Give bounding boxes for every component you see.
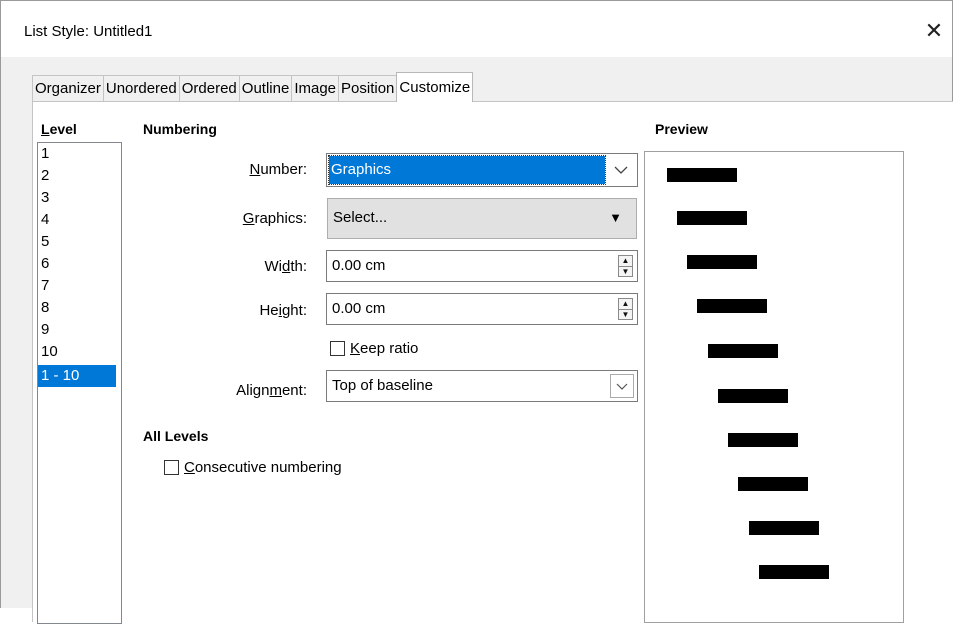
- chevron-down-icon: [614, 166, 628, 174]
- consecutive-numbering-checkbox[interactable]: Consecutive numbering: [164, 459, 342, 476]
- keep-ratio-box[interactable]: [330, 341, 345, 356]
- preview-bar: [759, 565, 829, 579]
- level-list[interactable]: 1 2 3 4 5 6 7 8 9 10 1 - 10: [37, 142, 122, 624]
- level-item-3[interactable]: 3: [38, 187, 121, 209]
- level-item-2[interactable]: 2: [38, 165, 121, 187]
- width-label: Width:: [193, 258, 307, 275]
- graphics-label: Graphics:: [193, 210, 307, 227]
- preview-bar: [687, 255, 757, 269]
- alignment-dropdown-button[interactable]: [610, 374, 634, 398]
- width-field[interactable]: 0.00 cm ▲ ▼: [326, 250, 638, 282]
- spin-down-icon[interactable]: ▼: [619, 310, 632, 320]
- number-dropdown-button[interactable]: [606, 155, 636, 185]
- level-item-8[interactable]: 8: [38, 297, 121, 319]
- preview-bar: [749, 521, 819, 535]
- consecutive-numbering-label: Consecutive numbering: [184, 459, 342, 476]
- dropdown-triangle-icon: ▼: [609, 210, 622, 225]
- preview-bar: [728, 433, 798, 447]
- number-label: Number:: [193, 161, 307, 178]
- close-icon: ✕: [924, 18, 944, 43]
- level-heading: Level: [41, 121, 77, 137]
- height-label: Height:: [193, 302, 307, 319]
- graphics-label-mnemonic: G: [242, 210, 255, 227]
- window-title: List Style: Untitled1: [24, 23, 153, 40]
- tab-outline[interactable]: Outline: [238, 75, 293, 102]
- preview-bar: [718, 389, 788, 403]
- title-bar: List Style: Untitled1 ✕: [0, 0, 953, 58]
- alignment-value: Top of baseline: [332, 377, 433, 394]
- alignment-label-pre: Align: [236, 382, 270, 399]
- chevron-down-icon: [616, 383, 628, 390]
- level-item-5[interactable]: 5: [38, 231, 121, 253]
- preview-bar: [708, 344, 778, 358]
- level-item-6[interactable]: 6: [38, 253, 121, 275]
- consecutive-numbering-mnemonic: C: [184, 459, 195, 476]
- level-item-1[interactable]: 1: [38, 143, 121, 165]
- level-item-all[interactable]: 1 - 10: [38, 365, 116, 387]
- alignment-label-rest: ent:: [281, 382, 307, 399]
- all-levels-heading: All Levels: [143, 428, 209, 444]
- close-button[interactable]: ✕: [916, 13, 952, 49]
- level-heading-mnemonic: L: [41, 121, 50, 137]
- spin-up-icon[interactable]: ▲: [619, 256, 632, 267]
- numbering-heading: Numbering: [143, 121, 217, 137]
- alignment-select[interactable]: Top of baseline: [326, 370, 638, 402]
- tab-organizer[interactable]: Organizer: [32, 75, 104, 102]
- width-label-rest: th:: [290, 258, 307, 275]
- number-label-rest: umber:: [260, 161, 307, 178]
- spin-down-icon[interactable]: ▼: [619, 267, 632, 277]
- alignment-label: Alignment:: [183, 382, 307, 399]
- graphics-select-button[interactable]: Select... ▼: [327, 198, 637, 239]
- tab-customize[interactable]: Customize: [396, 72, 474, 102]
- tab-unordered[interactable]: Unordered: [102, 75, 180, 102]
- height-label-rest: ght:: [281, 302, 307, 319]
- height-spin-buttons[interactable]: ▲ ▼: [618, 298, 633, 320]
- graphics-select-label: Select...: [333, 209, 388, 226]
- preview-heading: Preview: [655, 121, 708, 137]
- preview-bar: [677, 211, 747, 225]
- preview-area: [644, 151, 904, 623]
- level-item-4[interactable]: 4: [38, 209, 121, 231]
- height-field[interactable]: 0.00 cm ▲ ▼: [326, 293, 638, 325]
- keep-ratio-label: Keep ratio: [350, 340, 419, 357]
- preview-bar: [738, 477, 808, 491]
- spin-up-icon[interactable]: ▲: [619, 299, 632, 310]
- height-label-pre: He: [259, 302, 279, 319]
- width-label-pre: Wi: [264, 258, 282, 275]
- height-value: 0.00 cm: [332, 300, 386, 317]
- tab-bar: Organizer Unordered Ordered Outline Imag…: [32, 72, 474, 102]
- keep-ratio-checkbox[interactable]: Keep ratio: [330, 340, 418, 357]
- level-item-7[interactable]: 7: [38, 275, 121, 297]
- keep-ratio-mnemonic: K: [350, 340, 361, 357]
- preview-bar: [697, 299, 767, 313]
- preview-bar: [667, 168, 737, 182]
- tab-image[interactable]: Image: [291, 75, 340, 102]
- consecutive-numbering-box[interactable]: [164, 460, 179, 475]
- number-select-value: Graphics: [328, 155, 606, 185]
- graphics-label-rest: raphics:: [254, 210, 307, 227]
- width-spin-buttons[interactable]: ▲ ▼: [618, 255, 633, 277]
- width-value: 0.00 cm: [332, 257, 386, 274]
- level-item-9[interactable]: 9: [38, 319, 121, 341]
- level-item-10[interactable]: 10: [38, 341, 121, 363]
- alignment-label-mnemonic: m: [269, 382, 282, 399]
- level-heading-rest: evel: [49, 121, 77, 137]
- tab-position[interactable]: Position: [338, 75, 398, 102]
- number-select[interactable]: Graphics: [326, 153, 638, 187]
- number-label-mnemonic: N: [249, 161, 261, 178]
- tab-ordered[interactable]: Ordered: [178, 75, 240, 102]
